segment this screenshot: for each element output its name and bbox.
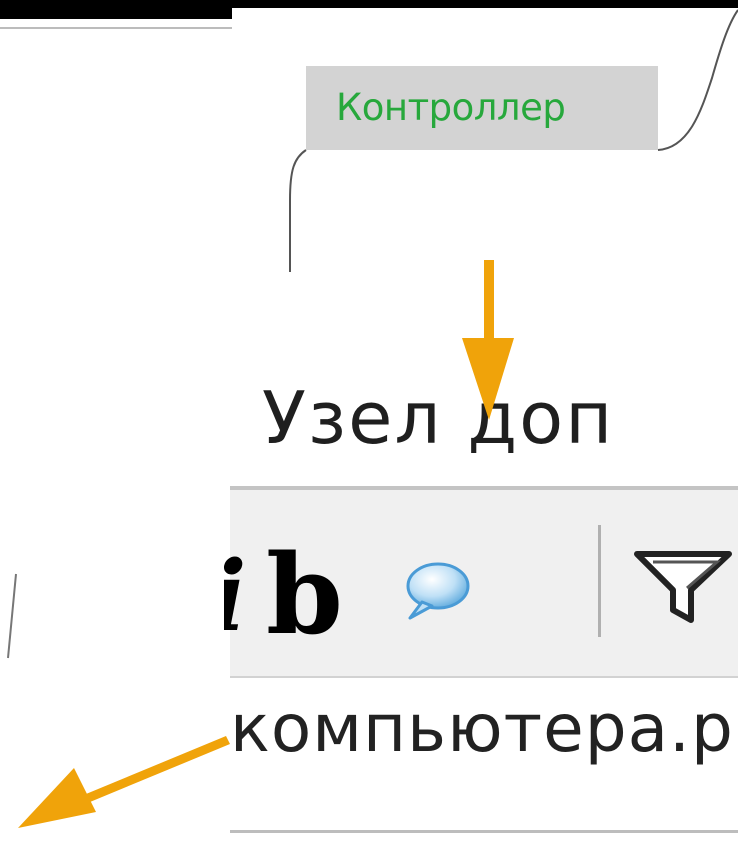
node-title-text: Узел доп bbox=[262, 376, 615, 460]
node-title-line: Узел доп bbox=[230, 370, 738, 470]
toolbar-separator bbox=[598, 525, 601, 637]
bold-button[interactable]: b bbox=[266, 540, 343, 650]
node-label-controller[interactable]: Контроллер bbox=[306, 66, 658, 150]
comment-bubble-icon[interactable] bbox=[400, 560, 470, 620]
top-left-divider bbox=[0, 27, 232, 29]
top-black-bar-right bbox=[232, 0, 738, 8]
toolbar-bottom-border bbox=[230, 676, 738, 678]
left-down-arrow-head bbox=[18, 768, 96, 828]
left-edge-stroke bbox=[7, 573, 17, 659]
italic-button[interactable]: i bbox=[224, 552, 246, 642]
connector-up-right bbox=[657, 9, 738, 151]
left-down-arrow-shaft bbox=[86, 736, 230, 802]
top-black-bar-left bbox=[0, 0, 232, 19]
italic-glyph: i bbox=[224, 552, 246, 642]
bottom-border bbox=[230, 830, 738, 833]
down-arrow-shaft bbox=[484, 260, 494, 338]
filter-icon[interactable] bbox=[633, 548, 738, 628]
connector-down-left bbox=[289, 149, 307, 272]
address-text: компьютера.р bbox=[230, 690, 734, 767]
